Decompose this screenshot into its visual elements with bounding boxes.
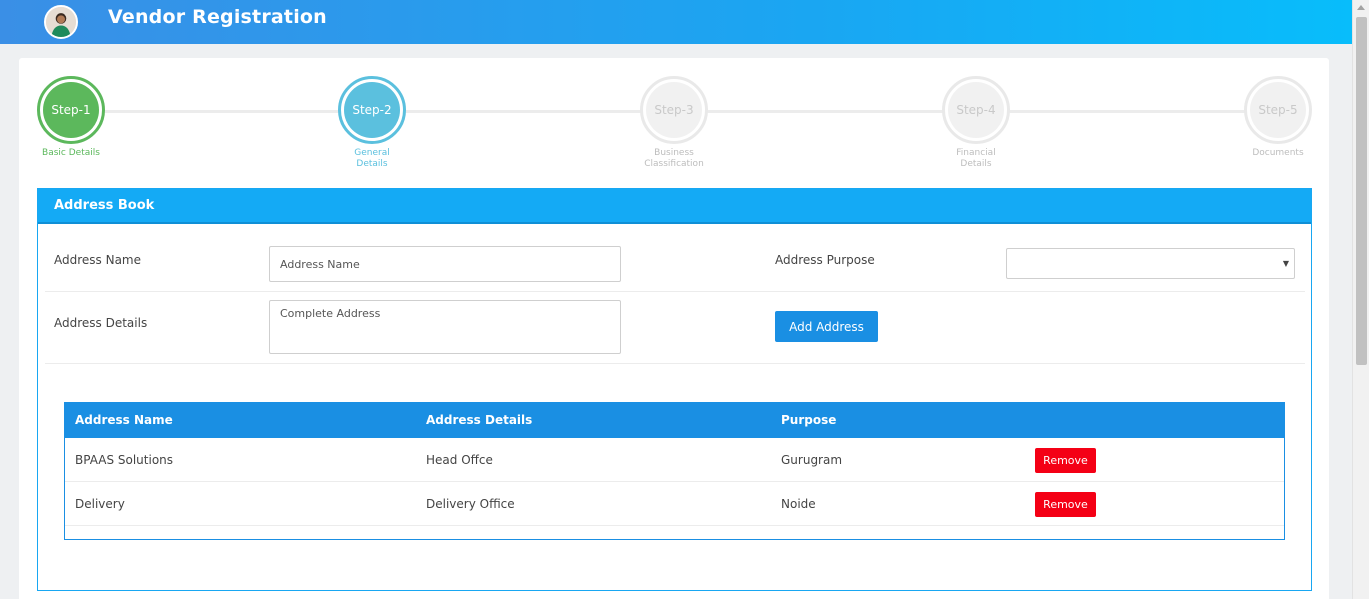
header-purpose: Purpose [781,413,837,427]
cell-purpose: Noide [781,497,816,511]
form-row-address-name: Address Name Address Purpose ▼ [45,224,1305,292]
user-avatar-icon[interactable] [44,5,78,39]
cell-address-details: Head Offce [426,453,493,467]
step-5-label: Documents [1252,148,1304,158]
address-details-label: Address Details [54,316,148,330]
cell-address-name: BPAAS Solutions [75,453,174,467]
step-2-label: General Details [354,148,390,169]
step-3-label: Business Classification [644,148,704,169]
step-2-circle[interactable]: Step-2 [338,76,406,144]
remove-button[interactable]: Remove [1035,448,1096,473]
address-name-input[interactable] [269,246,621,282]
step-3[interactable]: Step-3 Business Classification [614,76,734,170]
step-4[interactable]: Step-4 Financial Details [916,76,1036,170]
table-header: Address Name Address Details Purpose [65,403,1284,438]
step-2-number: Step-2 [344,82,400,138]
step-4-circle[interactable]: Step-4 [942,76,1010,144]
address-details-textarea[interactable] [269,300,621,354]
address-table: Address Name Address Details Purpose BPA… [64,402,1285,540]
add-address-button[interactable]: Add Address [775,311,878,342]
step-1[interactable]: Step-1 Basic Details [11,76,131,159]
scroll-thumb[interactable] [1356,17,1367,365]
cell-purpose: Gurugram [781,453,843,467]
step-5-circle[interactable]: Step-5 [1244,76,1312,144]
step-5[interactable]: Step-5 Documents [1218,76,1338,159]
address-book-panel: Address Book Address Name Address Purpos… [37,188,1312,591]
form-row-address-details: Address Details Add Address [45,292,1305,364]
step-4-number: Step-4 [948,82,1004,138]
address-name-label: Address Name [54,253,142,267]
app-title: Vendor Registration [108,6,327,28]
address-book-title: Address Book [38,189,1311,224]
dropdown-arrow-icon: ▼ [1282,259,1289,268]
step-5-number: Step-5 [1250,82,1306,138]
vertical-scrollbar[interactable] [1352,0,1369,599]
cell-address-details: Delivery Office [426,497,515,511]
step-1-circle[interactable]: Step-1 [37,76,105,144]
top-bar: Vendor Registration [0,0,1352,44]
address-purpose-select[interactable]: ▼ [1006,248,1295,279]
step-2[interactable]: Step-2 General Details [312,76,432,170]
step-1-label: Basic Details [42,148,100,158]
header-address-name: Address Name [75,413,173,427]
scroll-up-icon[interactable] [1357,5,1365,10]
remove-button[interactable]: Remove [1035,492,1096,517]
table-row: BPAAS Solutions Head Offce Gurugram Remo… [65,438,1284,482]
step-4-label: Financial Details [956,148,996,169]
address-purpose-label: Address Purpose [775,253,875,267]
step-3-number: Step-3 [646,82,702,138]
step-3-circle[interactable]: Step-3 [640,76,708,144]
header-address-details: Address Details [426,413,533,427]
step-1-number: Step-1 [43,82,99,138]
table-row: Delivery Delivery Office Noide Remove [65,482,1284,526]
cell-address-name: Delivery [75,497,125,511]
